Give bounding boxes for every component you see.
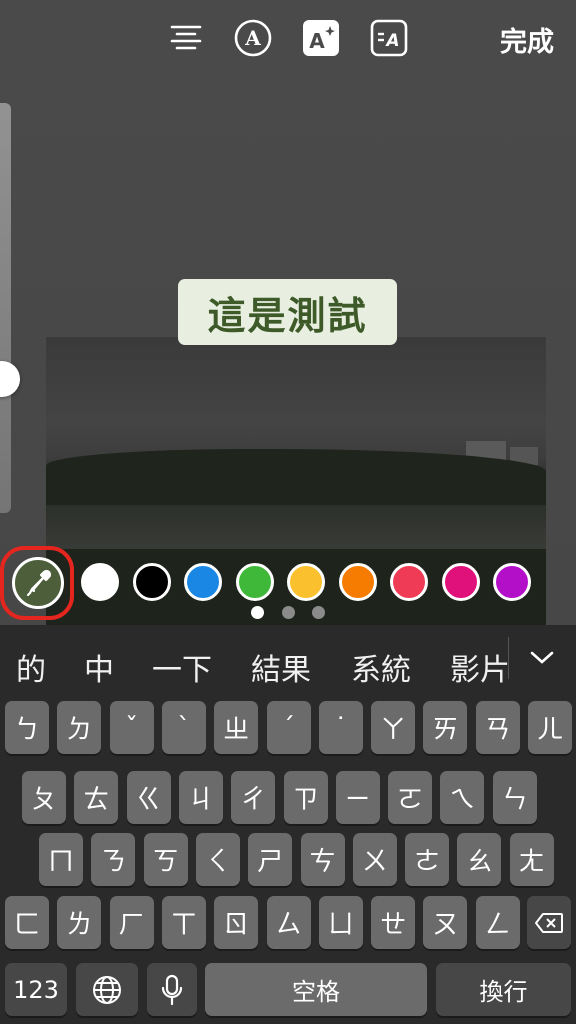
zhuyin-key[interactable]: ㄡ xyxy=(423,896,468,949)
color-swatch[interactable] xyxy=(132,563,171,601)
zhuyin-key[interactable]: ㄎ xyxy=(143,833,188,886)
color-swatch[interactable] xyxy=(287,563,325,601)
zhuyin-key[interactable]: ㄑ xyxy=(195,833,240,886)
zhuyin-keyboard: 的 中 一下 結果 系統 影片 ㄅㄉ ˇ ˋ ㄓ ˊ ˙ ㄚㄞㄢㄦㄆㄊㄍㄐㄔㄗㄧㄛㄟㄣㄇㄋㄎ… xyxy=(0,625,576,1024)
candidate-word[interactable]: 結果 xyxy=(251,645,311,689)
color-swatch[interactable] xyxy=(338,563,377,601)
svg-text:A: A xyxy=(384,31,399,51)
zhuyin-key[interactable]: ㄛ xyxy=(388,771,433,824)
zhuyin-key[interactable]: ㄋ xyxy=(91,833,136,886)
numbers-key[interactable]: 123 xyxy=(5,963,67,1016)
page-dot xyxy=(282,606,295,619)
zhuyin-key[interactable]: ㄜ xyxy=(405,833,450,886)
text-sticker[interactable]: 這是測試 xyxy=(178,279,397,345)
text-animation-icon[interactable]: A xyxy=(369,18,409,58)
zhuyin-key[interactable]: ˇ xyxy=(109,701,154,754)
svg-text:A: A xyxy=(244,26,261,50)
zhuyin-key[interactable]: ㄓ xyxy=(214,701,259,754)
font-style-icon[interactable]: A xyxy=(233,18,273,58)
zhuyin-key[interactable]: ㄈ xyxy=(5,896,49,949)
zhuyin-key[interactable]: ㄊ xyxy=(74,771,119,824)
eyedropper-icon[interactable] xyxy=(12,557,64,609)
zhuyin-key[interactable]: ㄗ xyxy=(283,771,328,824)
zhuyin-key[interactable]: ㄨ xyxy=(352,833,397,886)
page-dot xyxy=(251,606,264,619)
space-key[interactable]: 空格 xyxy=(205,963,427,1016)
story-editor: A A A 完成 這是測試 xyxy=(0,0,576,625)
zhuyin-key[interactable]: ㄦ xyxy=(528,701,572,754)
zhuyin-key[interactable]: ㄅ xyxy=(5,701,49,754)
candidate-word[interactable]: 中 xyxy=(84,645,114,689)
zhuyin-key[interactable]: ㄥ xyxy=(475,896,520,949)
zhuyin-key[interactable]: ㄉ xyxy=(57,701,102,754)
zhuyin-key[interactable]: ㄖ xyxy=(214,896,259,949)
text-size-slider[interactable] xyxy=(0,103,11,513)
zhuyin-key[interactable]: ㄘ xyxy=(300,833,345,886)
palette-page-indicator xyxy=(250,606,330,620)
zhuyin-key[interactable]: ㄐ xyxy=(178,771,223,824)
zhuyin-key[interactable]: ㄏ xyxy=(109,896,154,949)
zhuyin-key[interactable]: ㄙ xyxy=(266,896,311,949)
zhuyin-key[interactable]: ㄧ xyxy=(335,771,380,824)
text-toolbar: A A A 完成 xyxy=(0,0,576,78)
color-swatch[interactable] xyxy=(81,563,119,601)
microphone-icon[interactable] xyxy=(147,963,197,1016)
done-button[interactable]: 完成 xyxy=(500,20,554,59)
candidate-bar: 的 中 一下 結果 系統 影片 xyxy=(0,625,576,693)
zhuyin-key[interactable]: ˙ xyxy=(318,701,363,754)
candidate-divider xyxy=(508,637,509,679)
zhuyin-key[interactable]: ㄤ xyxy=(509,833,554,886)
backspace-icon[interactable] xyxy=(527,896,571,949)
zhuyin-key[interactable]: ㄚ xyxy=(371,701,416,754)
candidate-word[interactable]: 的 xyxy=(16,645,46,689)
zhuyin-key[interactable]: ㄠ xyxy=(457,833,502,886)
zhuyin-key[interactable]: ㄝ xyxy=(371,896,416,949)
color-swatch[interactable] xyxy=(441,563,480,601)
candidate-word[interactable]: 系統 xyxy=(351,645,411,689)
zhuyin-key[interactable]: ˋ xyxy=(161,701,206,754)
zhuyin-key[interactable]: ㄆ xyxy=(22,771,66,824)
color-swatch[interactable] xyxy=(184,563,222,601)
zhuyin-key[interactable]: ㄔ xyxy=(231,771,276,824)
color-swatch[interactable] xyxy=(493,563,531,601)
zhuyin-key[interactable]: ㄕ xyxy=(248,833,293,886)
zhuyin-key[interactable]: ㄟ xyxy=(440,771,485,824)
zhuyin-key[interactable]: ㄣ xyxy=(492,771,537,824)
zhuyin-key[interactable]: ㄇ xyxy=(39,833,83,886)
zhuyin-key[interactable]: ㄢ xyxy=(475,701,520,754)
zhuyin-key[interactable]: ㄒ xyxy=(161,896,206,949)
candidate-word[interactable]: 影片 xyxy=(450,645,508,689)
align-center-icon[interactable] xyxy=(166,18,206,58)
candidate-word[interactable]: 一下 xyxy=(152,645,212,689)
zhuyin-key[interactable]: ˊ xyxy=(266,701,311,754)
page-dot xyxy=(312,606,325,619)
return-key[interactable]: 換行 xyxy=(436,963,571,1016)
chevron-down-icon[interactable] xyxy=(527,643,557,673)
zhuyin-key[interactable]: ㄩ xyxy=(318,896,363,949)
zhuyin-key[interactable]: ㄍ xyxy=(126,771,171,824)
color-swatch[interactable] xyxy=(235,563,274,601)
text-effect-icon[interactable]: A xyxy=(301,18,341,58)
globe-icon[interactable] xyxy=(76,963,138,1016)
svg-text:A: A xyxy=(309,29,325,53)
text-size-slider-thumb[interactable] xyxy=(0,361,20,397)
color-swatch[interactable] xyxy=(390,563,428,601)
zhuyin-key[interactable]: ㄞ xyxy=(423,701,468,754)
zhuyin-key[interactable]: ㄌ xyxy=(57,896,102,949)
